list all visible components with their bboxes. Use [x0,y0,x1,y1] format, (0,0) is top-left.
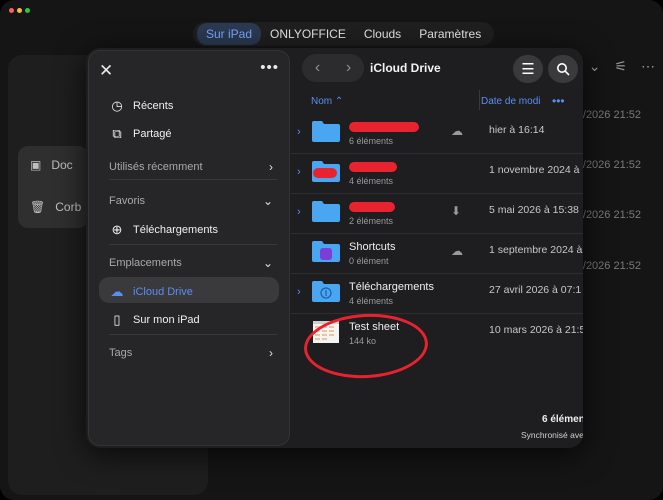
shared-folder-icon: ⧉ [112,126,122,141]
list-icon: ☰ [521,61,535,78]
disclosure-chevron-icon[interactable]: › [297,166,301,178]
background-timestamp: 3/2026 21:52 [576,159,641,171]
sidebar-item-icloud-drive[interactable]: ☁ iCloud Drive [109,284,193,300]
chevron-down-icon[interactable]: ⌄ [589,58,601,75]
background-timestamp: 3/2026 21:52 [576,109,641,121]
sidebar-item-on-my-ipad[interactable]: ▯ Sur mon iPad [109,312,199,328]
list-item[interactable]: Test sheet 144 ko 10 mars 2026 à 21:5 [291,314,583,354]
folder-icon [312,121,340,142]
cloud-icon: ☁ [110,284,124,299]
background-row-trash: 🗑 Corb [30,200,82,214]
list-item[interactable]: Shortcuts 0 élément ☁ 1 septembre 2024 à [291,234,583,274]
cloud-download-icon[interactable]: ☁ [451,124,463,138]
column-more-icon[interactable]: ••• [552,94,565,108]
shortcuts-folder-icon [312,241,340,262]
sort-ascending-icon: ⌃ [334,96,344,107]
file-name: Test sheet [349,321,400,333]
file-date: 5 mai 2026 à 15:38 [489,204,579,216]
divider [109,244,277,245]
file-date: 1 septembre 2024 à [489,244,583,256]
file-subtitle: 144 ko [349,336,377,346]
disclosure-chevron-icon[interactable]: › [297,206,301,218]
close-dot-icon[interactable] [9,8,14,13]
more-circle-icon[interactable]: ⋯ [641,58,655,75]
file-subtitle: 6 éléments [349,136,394,146]
divider [109,334,277,335]
list-item[interactable]: › 6 éléments ☁ hier à 16:14 [291,114,583,154]
file-subtitle: 0 élément [349,256,389,266]
file-name: Shortcuts [349,241,396,253]
clock-icon: ◷ [111,98,123,113]
forward-chevron-icon[interactable]: › [346,59,351,77]
item-count: 6 élémen [542,414,583,425]
downloading-icon[interactable]: ⬇ [451,204,461,218]
location-title: iCloud Drive [370,61,441,75]
disclosure-chevron-icon[interactable]: › [297,126,301,138]
sync-status: Synchronisé ave [521,430,583,440]
navigation-buttons: ‹ › [302,54,364,82]
background-row-docs: ▣ Doc [30,158,73,172]
downloads-folder-icon [312,281,340,302]
file-subtitle: 4 éléments [349,296,394,306]
list-view-button[interactable]: ☰ [513,55,543,83]
file-browser-sidebar: ✕ ••• ◷ Récents ⧉ Partagé Utilisés récem… [88,50,290,446]
column-separator [479,90,480,110]
chevron-right-icon: › [269,346,273,360]
close-icon[interactable]: ✕ [99,61,113,81]
background-timestamp: 3/2026 21:52 [576,209,641,221]
sidebar-item-downloads[interactable]: ⊕ Téléchargements [109,222,218,238]
divider [109,179,277,180]
trash-icon: 🗑 [30,200,46,214]
list-item[interactable]: › 4 éléments 1 novembre 2024 à [291,154,583,194]
search-icon [557,63,570,76]
file-date: hier à 16:14 [489,124,545,136]
tab-clouds[interactable]: Clouds [355,23,410,45]
file-browser-window: ✕ ••• ◷ Récents ⧉ Partagé Utilisés récem… [86,48,583,448]
file-name: Téléchargements [349,281,434,293]
column-header-date[interactable]: Date de modi [481,96,540,107]
tab-onlyoffice[interactable]: ONLYOFFICE [261,23,355,45]
redaction-mark [349,202,395,212]
top-tab-bar: Sur iPad ONLYOFFICE Clouds Paramètres [193,22,495,46]
file-date: 27 avril 2026 à 07:1 [489,284,582,296]
chevron-right-icon: › [269,160,273,174]
folder-icon [312,201,340,222]
chevron-down-icon: ⌄ [262,256,273,270]
search-button[interactable] [548,55,578,83]
tab-parametres[interactable]: Paramètres [410,23,490,45]
document-icon: ▣ [30,158,42,172]
tab-sur-ipad[interactable]: Sur iPad [197,23,262,45]
section-recently-used[interactable]: Utilisés récemment › [109,160,273,174]
window-controls[interactable] [9,8,30,13]
redaction-mark [349,122,419,132]
section-favorites[interactable]: Favoris ⌄ [109,194,273,208]
sidebar-item-recents[interactable]: ◷ Récents [109,98,173,114]
sliders-icon[interactable]: ⚟ [614,58,627,75]
file-date: 1 novembre 2024 à [489,164,580,176]
column-header-name[interactable]: Nom ⌃ [311,96,343,107]
chevron-down-icon: ⌄ [262,194,273,208]
file-date: 10 mars 2026 à 21:5 [489,324,583,336]
background-timestamp: 3/2026 21:52 [576,260,641,272]
disclosure-chevron-icon[interactable]: › [297,286,301,298]
redaction-mark [349,162,397,172]
file-subtitle: 4 éléments [349,176,394,186]
zoom-dot-icon[interactable] [25,8,30,13]
download-circle-icon: ⊕ [111,222,123,237]
sidebar-item-shared[interactable]: ⧉ Partagé [109,126,171,142]
redaction-mark [313,168,337,178]
list-item[interactable]: › 2 éléments ⬇ 5 mai 2026 à 15:38 [291,194,583,234]
cloud-download-icon[interactable]: ☁ [451,244,463,258]
file-subtitle: 2 éléments [349,216,394,226]
list-item[interactable]: › Téléchargements 4 éléments 27 avril 20… [291,274,583,314]
back-chevron-icon[interactable]: ‹ [315,59,320,77]
spreadsheet-thumbnail-icon [313,321,339,343]
more-icon[interactable]: ••• [260,59,279,76]
section-tags[interactable]: Tags › [109,346,273,360]
ipad-icon: ▯ [113,312,121,327]
background-toolbar: ⋯ ⚟ ⌄ [589,58,655,75]
section-locations[interactable]: Emplacements ⌄ [109,256,273,270]
minimize-dot-icon[interactable] [17,8,22,13]
